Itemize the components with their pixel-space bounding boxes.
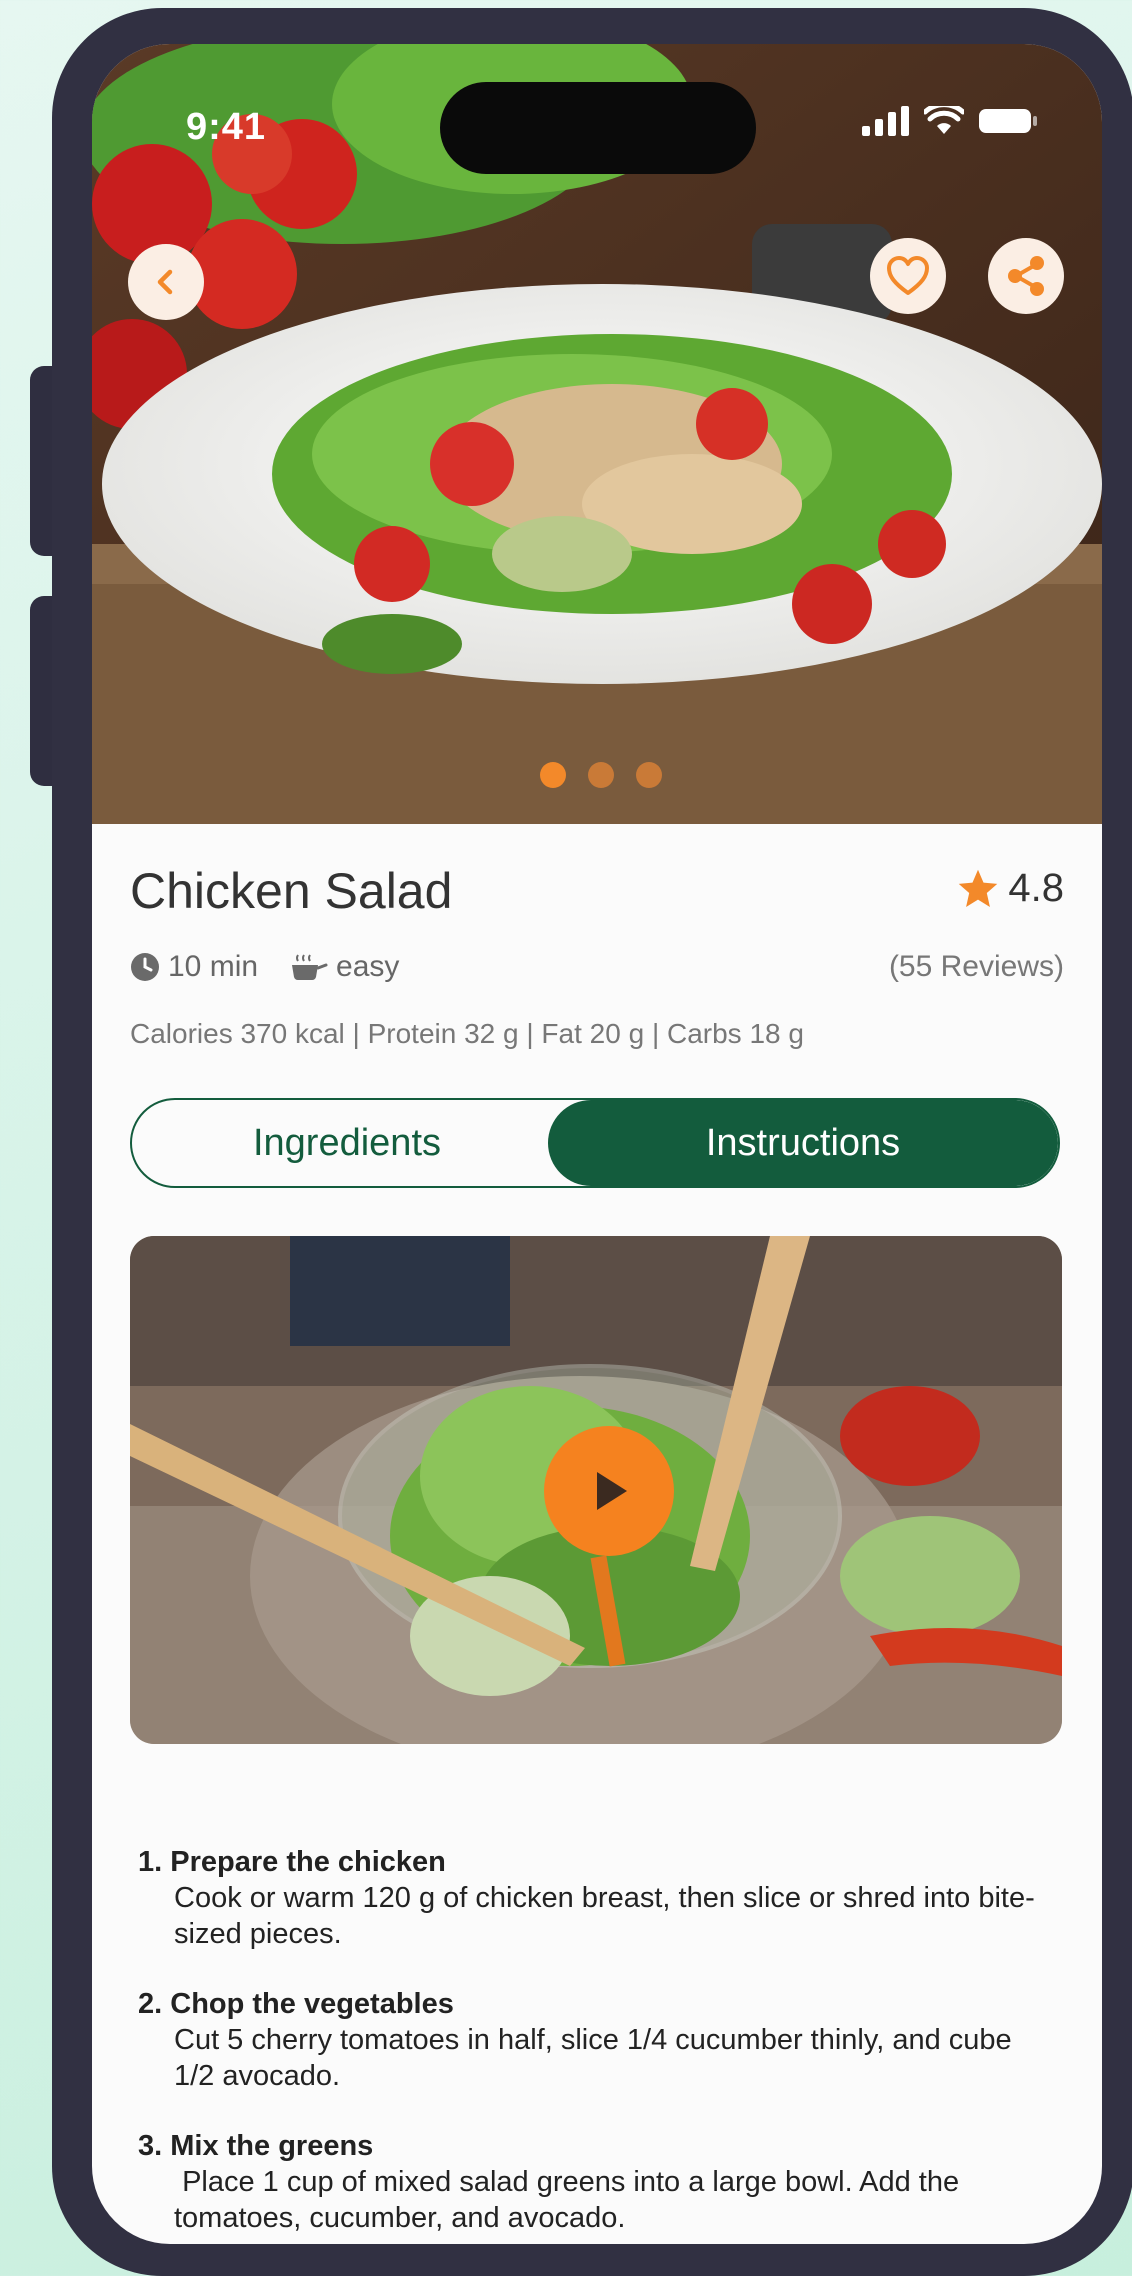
- tab-switcher: Ingredients Instructions: [130, 1098, 1060, 1188]
- instruction-step: 3. Mix the greens Place 1 cup of mixed s…: [138, 2128, 1058, 2236]
- play-icon: [597, 1472, 627, 1510]
- signal-icon: [862, 106, 909, 136]
- play-button[interactable]: [544, 1426, 674, 1556]
- step-heading: 3. Mix the greens: [138, 2128, 1058, 2164]
- heart-icon: [887, 256, 929, 295]
- video-player[interactable]: [130, 1236, 1062, 1744]
- step-number: 1.: [138, 1846, 163, 1878]
- status-icons: [862, 106, 1038, 136]
- phone-frame: 9:41 Chicken Salad 4.8 10 min easy (55 R…: [52, 8, 1132, 2276]
- recipe-meta: 10 min easy: [130, 950, 399, 984]
- instruction-step: 2. Chop the vegetables Cut 5 cherry toma…: [138, 1986, 1058, 2094]
- rating: 4.8: [956, 866, 1064, 911]
- tab-instructions[interactable]: Instructions: [548, 1100, 1058, 1186]
- step-text: Place 1 cup of mixed salad greens into a…: [174, 2166, 968, 2234]
- back-icon: [157, 269, 173, 295]
- carousel-dot[interactable]: [540, 762, 566, 788]
- step-heading: 1. Prepare the chicken: [138, 1844, 1058, 1880]
- step-title: Prepare the chicken: [170, 1846, 446, 1878]
- instruction-step: 1. Prepare the chicken Cook or warm 120 …: [138, 1844, 1058, 1952]
- difficulty: easy: [336, 950, 400, 983]
- hero-image: 9:41: [92, 44, 1102, 824]
- recipe-title: Chicken Salad: [130, 863, 453, 919]
- cook-time: 10 min: [168, 950, 259, 983]
- favorite-button[interactable]: [870, 238, 946, 314]
- step-number: 3.: [138, 2130, 163, 2162]
- battery-icon: [979, 109, 1037, 133]
- share-icon: [1008, 256, 1044, 296]
- status-time: 9:41: [186, 106, 267, 148]
- step-number: 2.: [138, 1988, 163, 2020]
- carousel-dots: [540, 762, 662, 788]
- dynamic-island: [440, 82, 756, 174]
- step-title: Chop the vegetables: [170, 1988, 454, 2020]
- step-text: Cut 5 cherry tomatoes in half, slice 1/4…: [174, 2024, 1012, 2092]
- share-button[interactable]: [988, 238, 1064, 314]
- cooking-pot-icon: [292, 954, 328, 980]
- step-text: Cook or warm 120 g of chicken breast, th…: [174, 1882, 1035, 1950]
- carousel-dot[interactable]: [588, 762, 614, 788]
- screen: 9:41 Chicken Salad 4.8 10 min easy (55 R…: [92, 44, 1102, 2244]
- wifi-icon: [924, 106, 964, 134]
- nutrition-info: Calories 370 kcal | Protein 32 g | Fat 2…: [130, 1018, 804, 1049]
- carousel-dot[interactable]: [636, 762, 662, 788]
- step-heading: 2. Chop the vegetables: [138, 1986, 1058, 2022]
- clock-icon: [131, 953, 159, 981]
- instructions-list: 1. Prepare the chicken Cook or warm 120 …: [138, 1844, 1058, 2244]
- star-icon: [959, 869, 998, 907]
- back-button[interactable]: [128, 244, 204, 320]
- review-count[interactable]: (55 Reviews): [889, 950, 1064, 984]
- rating-value: 4.8: [1008, 866, 1064, 910]
- tab-ingredients[interactable]: Ingredients: [132, 1100, 562, 1186]
- step-title: Mix the greens: [170, 2130, 374, 2162]
